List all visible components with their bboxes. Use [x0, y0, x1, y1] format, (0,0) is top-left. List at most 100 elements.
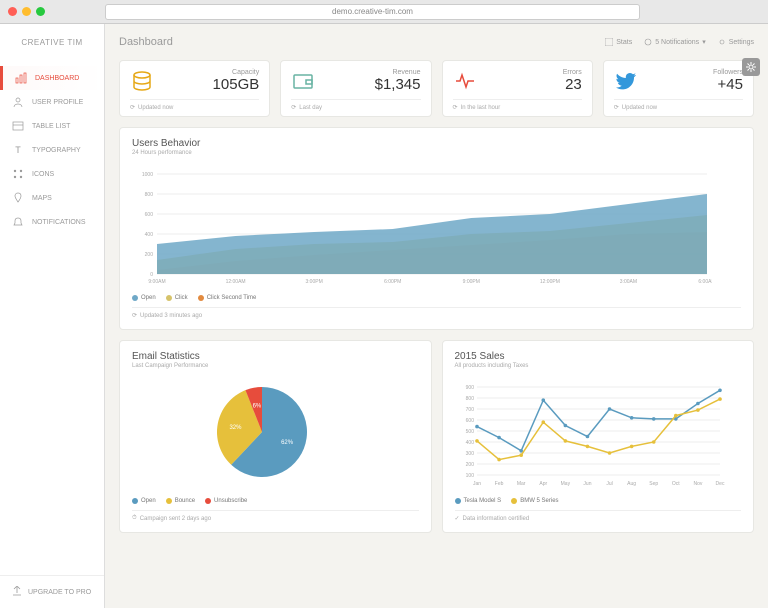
legend-item: Tesla Model S — [455, 498, 502, 504]
content: Capacity105GB ⟳ Updated now Revenue$1,345 ⟳… — [105, 60, 768, 608]
legend: OpenBounceUnsubscribe — [132, 498, 419, 504]
stat-label: Capacity — [213, 69, 260, 76]
nav-label: DASHBOARD — [35, 75, 79, 82]
stats-row: Capacity105GB ⟳ Updated now Revenue$1,345 ⟳… — [119, 60, 754, 117]
check-icon: ✓ — [455, 515, 460, 522]
grid-icon — [12, 168, 24, 180]
card-subtitle: Last Campaign Performance — [132, 363, 419, 369]
chevron-down-icon: ▾ — [702, 38, 706, 46]
sidebar-item-maps[interactable]: MAPS — [0, 186, 104, 210]
svg-text:400: 400 — [465, 440, 474, 446]
nav-label: USER PROFILE — [32, 99, 83, 106]
nav-label: TABLE LIST — [32, 123, 70, 130]
stat-footer: ⟳ In the last hour — [453, 99, 582, 111]
svg-text:T: T — [15, 145, 21, 155]
stat-footer: ⟳ Updated now — [614, 99, 743, 111]
top-actions: Stats 5 Notifications▾ Settings — [605, 38, 754, 46]
refresh-icon: ⟳ — [453, 104, 458, 111]
svg-text:3:00AM: 3:00AM — [620, 279, 637, 284]
main: Dashboard Stats 5 Notifications▾ Setting… — [105, 24, 768, 608]
pie-chart: 62%32%6% — [132, 377, 419, 492]
legend-item: Bounce — [166, 498, 195, 504]
stats-link[interactable]: Stats — [605, 38, 632, 46]
upload-icon — [12, 586, 22, 598]
settings-link[interactable]: Settings — [718, 38, 754, 46]
refresh-icon: ⟳ — [291, 104, 296, 111]
line-chart: 100200300400500600700800900JanFebMarAprM… — [455, 377, 742, 492]
svg-text:Aug: Aug — [627, 481, 636, 487]
svg-text:200: 200 — [465, 462, 474, 468]
refresh-icon: ⟳ — [132, 312, 137, 319]
svg-text:62%: 62% — [281, 440, 294, 446]
stat-card: Errors23 ⟳ In the last hour — [442, 60, 593, 117]
footer-text: Campaign sent 2 days ago — [140, 516, 211, 522]
footer-text: Data information certified — [463, 516, 530, 522]
stat-value: 105GB — [213, 76, 260, 93]
svg-text:100: 100 — [465, 473, 474, 479]
svg-text:3:00PM: 3:00PM — [306, 279, 323, 284]
stat-card: Revenue$1,345⟳ Last day — [280, 60, 431, 117]
card-title: Users Behavior — [132, 138, 741, 149]
nav-label: ICONS — [32, 171, 54, 178]
stat-label: Followers — [713, 69, 743, 76]
sidebar-item-typography[interactable]: T TYPOGRAPHY — [0, 138, 104, 162]
sidebar-item-user[interactable]: USER PROFILE — [0, 90, 104, 114]
url-bar[interactable]: demo.creative-tim.com — [105, 4, 640, 20]
sidebar-item-notifications[interactable]: NOTIFICATIONS — [0, 210, 104, 234]
sidebar-item-table[interactable]: TABLE LIST — [0, 114, 104, 138]
notifications-dropdown[interactable]: 5 Notifications▾ — [644, 38, 705, 46]
stat-icon — [291, 69, 315, 93]
svg-text:600: 600 — [145, 212, 154, 218]
chart-icon — [15, 72, 27, 84]
legend-item: Click — [166, 295, 188, 301]
legend-item: Click Second Time — [198, 295, 257, 301]
settings-fab[interactable] — [742, 58, 760, 76]
stat-icon — [614, 69, 638, 93]
clock-icon: ⏱ — [132, 515, 137, 522]
svg-text:700: 700 — [465, 407, 474, 413]
legend: Tesla Model SBMW 5 Series — [455, 498, 742, 504]
footer-text: Updated 3 minutes ago — [140, 313, 202, 319]
svg-text:Jul: Jul — [606, 481, 612, 487]
card-subtitle: 24 Hours performance — [132, 150, 741, 156]
close-icon[interactable] — [8, 7, 17, 16]
stat-value: $1,345 — [375, 76, 421, 93]
label: 5 Notifications — [655, 39, 699, 46]
upgrade-link[interactable]: UPGRADE TO PRO — [0, 575, 104, 608]
svg-text:500: 500 — [465, 429, 474, 435]
nav-label: MAPS — [32, 195, 52, 202]
maximize-icon[interactable] — [36, 7, 45, 16]
stat-icon — [453, 69, 477, 93]
svg-text:12:00PM: 12:00PM — [540, 279, 560, 284]
svg-text:32%: 32% — [229, 425, 242, 431]
legend-item: Open — [132, 498, 156, 504]
label: Stats — [616, 39, 632, 46]
svg-text:800: 800 — [465, 396, 474, 402]
nav-label: NOTIFICATIONS — [32, 219, 86, 226]
behavior-card: Users Behavior 24 Hours performance 0200… — [119, 127, 754, 330]
svg-text:6:00AM: 6:00AM — [698, 279, 712, 284]
page-title: Dashboard — [119, 36, 173, 48]
area-chart: 020040060080010009:00AM12:00AM3:00PM6:00… — [132, 164, 741, 289]
minimize-icon[interactable] — [22, 7, 31, 16]
stat-label: Errors — [563, 69, 582, 76]
globe-icon — [644, 38, 652, 46]
svg-text:Sep: Sep — [649, 481, 658, 487]
stat-value: 23 — [563, 76, 582, 93]
text-icon: T — [12, 144, 24, 156]
svg-text:12:00AM: 12:00AM — [226, 279, 246, 284]
topbar: Dashboard Stats 5 Notifications▾ Setting… — [105, 24, 768, 60]
svg-text:Apr: Apr — [539, 481, 547, 487]
sidebar-item-icons[interactable]: ICONS — [0, 162, 104, 186]
stat-card: Capacity105GB ⟳ Updated now — [119, 60, 270, 117]
gear-icon — [745, 61, 757, 73]
stat-label: Revenue — [375, 69, 421, 76]
upgrade-label: UPGRADE TO PRO — [28, 589, 91, 596]
nav-label: TYPOGRAPHY — [32, 147, 81, 154]
brand: CREATIVE TIM — [0, 24, 104, 60]
svg-text:Nov: Nov — [693, 481, 702, 487]
stat-footer: ⟳ Updated now — [130, 99, 259, 111]
traffic-lights — [8, 7, 45, 16]
card-footer: ✓Data information certified — [455, 510, 742, 522]
sidebar-item-dashboard[interactable]: DASHBOARD — [0, 66, 104, 90]
